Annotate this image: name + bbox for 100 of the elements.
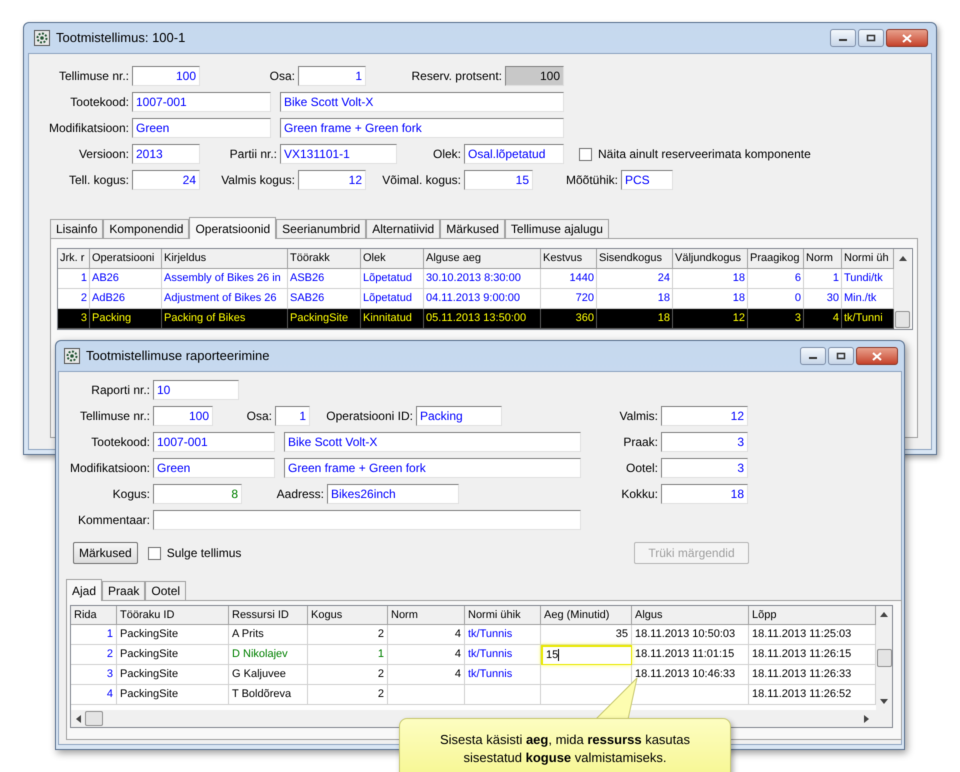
input-field[interactable]: 12 [661,406,748,426]
input-field[interactable]: 100 [153,406,213,426]
column-header[interactable]: Kirjeldus [162,249,288,269]
input-field[interactable]: 15 [464,170,533,190]
input-field[interactable]: Bikes26inch [327,484,459,504]
field-label: Kommentaar: [76,512,151,529]
input-field[interactable]: Green frame + Green fork [284,458,581,478]
table-row[interactable]: 3 PackingSite G Kaljuvee 2 4 tk/Tunnis 18.11.2013 10:46:33 18.11.2013 11:26:33 [71,665,876,685]
input-field[interactable]: Bike Scott Volt-X [284,432,581,452]
up-arrow-icon [898,256,906,261]
column-header[interactable]: Praagikog [748,249,804,269]
table-row[interactable]: 1 PackingSite A Prits 2 4 tk/Tunnis 35 18.11.2013 10:50:03 18.11.2013 11:25:03 [71,625,876,645]
column-header[interactable]: Ressursi ID [229,606,308,625]
input-field[interactable]: PCS [621,170,673,190]
tab[interactable]: Komponendid [103,219,190,238]
close-icon [872,352,882,360]
close-button[interactable] [856,347,898,365]
column-header[interactable]: Norm [804,249,842,269]
tab[interactable]: Tellimuse ajalugu [504,219,609,238]
column-header[interactable]: Lõpp [749,606,876,625]
readonly-field[interactable]: 100 [505,66,564,86]
column-header[interactable]: Alguse aeg [424,249,541,269]
column-header[interactable]: Norm [388,606,465,625]
table-cell: 3 [71,665,117,685]
maximize-button[interactable] [858,29,884,47]
column-header[interactable]: Aeg (Minutid) [541,606,632,625]
table-row[interactable]: 2 PackingSite D Nikolajev 1 4 tk/Tunnis 15 18.11.2013 11:01:15 18.11.2013 11:26:15 [71,645,876,665]
column-header[interactable]: Kogus [308,606,388,625]
table-cell: PackingSite [117,685,229,705]
table-cell: 2 [308,625,388,645]
close-button[interactable] [886,29,928,47]
column-header[interactable]: Algus [632,606,749,625]
column-header[interactable]: Tööraku ID [117,606,229,625]
table-cell: Packing of Bikes [162,309,288,329]
input-field[interactable]: 3 [661,458,748,478]
table-row[interactable]: 2 AdB26 Adjustment of Bikes 26 SAB26 Lõpetatud 04.11.2013 9:00:00 720 18 18 0 30 Min./tk [58,289,894,309]
table-cell: 1 [71,625,117,645]
checkbox[interactable] [579,148,592,160]
tab[interactable]: Lisainfo [50,219,104,238]
tab[interactable]: Praak [102,581,146,600]
right-arrow-icon [864,714,869,722]
column-header[interactable]: Operatsiooni [90,249,162,269]
column-header[interactable]: Väljundkogus [673,249,748,269]
column-header[interactable]: Töörakk [288,249,361,269]
minimize-button[interactable] [830,29,856,47]
input-field[interactable]: VX131101-1 [280,144,397,164]
column-header[interactable]: Normi ühik [465,606,541,625]
input-field[interactable]: 1 [298,66,366,86]
column-header[interactable]: Rida [71,606,117,625]
column-header[interactable]: Sisendkogus [597,249,673,269]
tab[interactable]: Operatsioonid [189,217,276,239]
column-header[interactable]: Olek [361,249,424,269]
table-row[interactable]: 1 AB26 Assembly of Bikes 26 in ASB26 Lõpetatud 30.10.2013 8:30:00 1440 24 18 6 1 Tundi/tk [58,269,894,289]
input-field[interactable]: 3 [661,432,748,452]
input-field[interactable]: Green [153,458,275,478]
tab[interactable]: Seerianumbrid [276,219,366,238]
input-field[interactable]: 8 [153,484,242,504]
tab[interactable]: Märkused [440,219,505,238]
input-field[interactable]: Packing [416,406,502,426]
scrollbar-thumb[interactable] [85,711,103,726]
column-header[interactable]: Normi üh [842,249,894,269]
input-field[interactable]: 24 [132,170,200,190]
input-field[interactable]: 18 [661,484,748,504]
table-cell: 18 [597,309,673,329]
table-cell: 05.11.2013 13:50:00 [424,309,541,329]
input-field[interactable]: Bike Scott Volt-X [280,92,564,112]
checkbox[interactable] [148,546,161,560]
tab[interactable]: Ajad [66,579,102,601]
input-field[interactable]: 10 [153,380,239,400]
input-field[interactable]: 1 [275,406,310,426]
table-cell: 2 [308,685,388,705]
table-cell: 4 [71,685,117,705]
field-label: Aadress: [276,486,325,503]
maximize-button[interactable] [828,347,854,365]
input-field[interactable]: 12 [298,170,366,190]
notes-button[interactable]: Märkused [73,542,138,564]
tab[interactable]: Alternatiivid [366,219,440,238]
callout-text: Sisesta käsisti aeg, mida ressurss kasutas sisestatud koguse valmistamiseks. [438,731,692,767]
vertical-scrollbar[interactable] [876,606,892,710]
input-field[interactable]: Green [132,118,271,138]
scrollbar-thumb[interactable] [895,311,910,328]
time-input-cell[interactable]: 15 [541,645,632,665]
column-header[interactable]: Jrk. r [58,249,90,269]
input-field[interactable] [153,510,581,530]
input-field[interactable]: 1007-001 [132,92,271,112]
input-field[interactable]: Osal.lõpetatud [464,144,564,164]
up-arrow-icon [880,612,888,617]
vertical-scrollbar[interactable] [894,249,911,329]
minimize-button[interactable] [800,347,826,365]
table-cell: 3 [748,309,804,329]
input-field[interactable]: Green frame + Green fork [280,118,564,138]
input-field[interactable]: 1007-001 [153,432,275,452]
table-cell: D Nikolajev [229,645,308,665]
tab[interactable]: Ootel [145,581,186,600]
field-label: Tootekood: [69,94,130,111]
scrollbar-thumb[interactable] [876,649,892,667]
input-field[interactable]: 2013 [132,144,200,164]
input-field[interactable]: 100 [132,66,200,86]
column-header[interactable]: Kestvus [541,249,597,269]
table-row[interactable]: 3 Packing Packing of Bikes PackingSite Kinnitatud 05.11.2013 13:50:00 360 18 12 3 4 tk/Tunni [58,309,894,329]
